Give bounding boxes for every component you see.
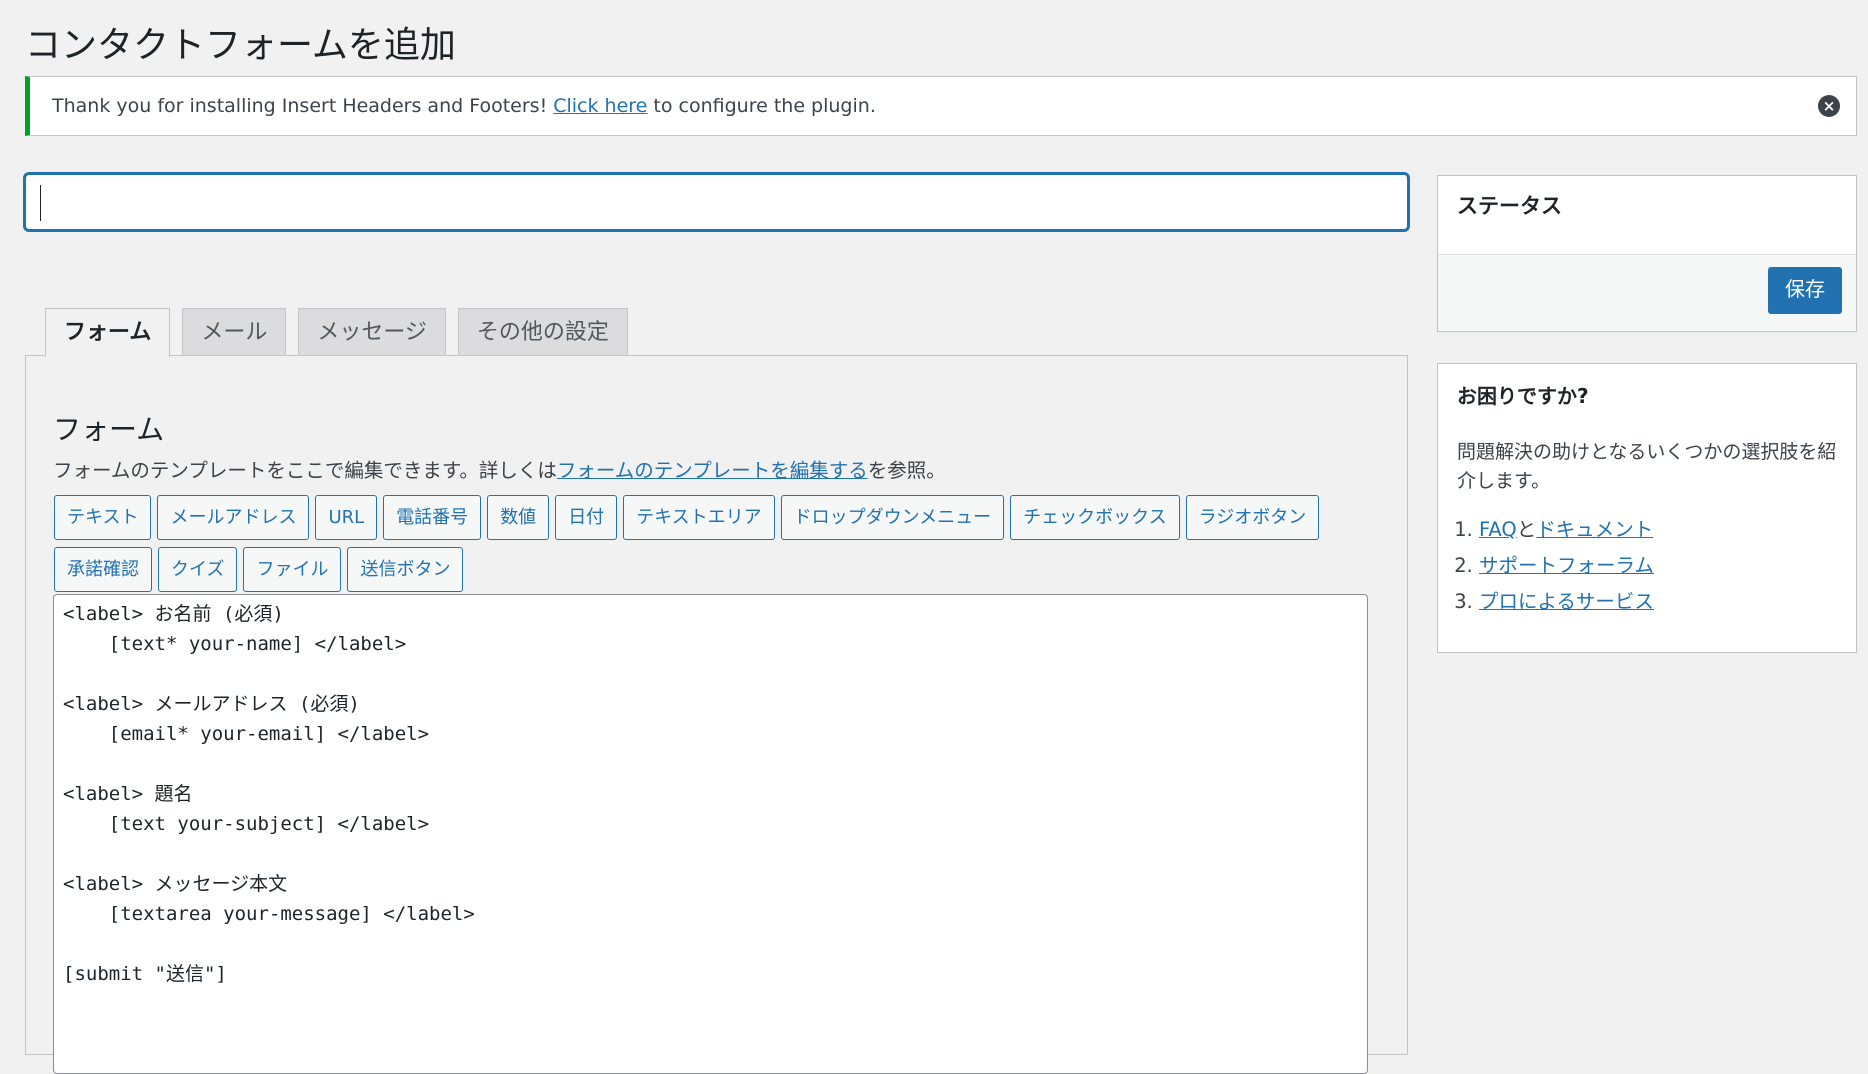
status-box-title: ステータス [1457,194,1562,218]
help-joiner: と [1516,518,1537,541]
tab-messages[interactable]: メッセージ [298,308,446,356]
tag-button-date[interactable]: 日付 [555,495,618,540]
professional-services-link[interactable]: プロによるサービス [1479,590,1654,613]
notice-text-before: Thank you for installing Insert Headers … [52,95,554,117]
help-box-text: 問題解決の助けとなるいくつかの選択肢を紹介します。 [1457,441,1837,492]
tag-button-radio[interactable]: ラジオボタン [1185,495,1320,540]
tag-button-acceptance[interactable]: 承諾確認 [54,547,152,592]
help-box: お困りですか? 問題解決の助けとなるいくつかの選択肢を紹介します。 FAQとドキ… [1437,363,1857,653]
tag-button-submit[interactable]: 送信ボタン [347,547,464,592]
close-circle-icon[interactable]: × [1818,95,1840,117]
tag-button-file[interactable]: ファイル [243,547,342,592]
tag-button-url[interactable]: URL [315,495,378,540]
form-panel-heading: フォーム [53,413,165,446]
edit-template-doc-link[interactable]: フォームのテンプレートを編集する [557,459,868,482]
list-item: FAQとドキュメント [1479,512,1654,548]
docs-link[interactable]: ドキュメント [1536,518,1653,541]
list-item: サポートフォーラム [1479,548,1654,584]
tag-generator-buttons: テキスト メールアドレス URL 電話番号 数値 日付 テキストエリア ドロップ… [54,495,1374,592]
text-caret [40,185,41,221]
tag-button-quiz[interactable]: クイズ [158,547,238,592]
tag-button-number[interactable]: 数値 [487,495,550,540]
form-panel-description: フォームのテンプレートをここで編集できます。詳しくはフォームのテンプレートを編集… [53,454,946,483]
plugin-notice: Thank you for installing Insert Headers … [25,76,1857,136]
tab-additional-settings[interactable]: その他の設定 [457,308,628,356]
page-title: コンタクトフォームを追加 [25,25,456,66]
tag-button-tel[interactable]: 電話番号 [383,495,482,540]
faq-link[interactable]: FAQ [1479,518,1517,541]
form-panel: フォーム フォームのテンプレートをここで編集できます。詳しくはフォームのテンプレ… [25,355,1408,1074]
tab-form[interactable]: フォーム [45,308,171,357]
status-box: ステータス 保存 [1437,175,1857,332]
help-box-title: お困りですか? [1457,384,1589,408]
support-forum-link[interactable]: サポートフォーラム [1479,554,1654,577]
save-button[interactable]: 保存 [1768,267,1842,314]
desc-text-after: を参照。 [867,459,946,482]
form-title-input[interactable] [24,173,1409,231]
notice-configure-link[interactable]: Click here [553,95,647,117]
tag-button-text[interactable]: テキスト [54,495,152,540]
notice-text-after: to configure the plugin. [647,95,876,117]
list-item: プロによるサービス [1479,584,1654,620]
desc-text-before: フォームのテンプレートをここで編集できます。詳しくは [53,459,557,482]
tag-button-checkbox[interactable]: チェックボックス [1010,495,1180,540]
help-links-list: FAQとドキュメント サポートフォーラム プロによるサービス [1457,512,1654,620]
form-template-editor[interactable]: <label> お名前 (必須) [text* your-name] </lab… [53,594,1368,1074]
tag-button-email[interactable]: メールアドレス [157,495,310,540]
tag-button-textarea[interactable]: テキストエリア [623,495,775,540]
editor-tabs: フォーム メール メッセージ その他の設定 [45,308,640,357]
tab-mail[interactable]: メール [182,308,287,356]
tag-button-dropdown[interactable]: ドロップダウンメニュー [780,495,1005,540]
